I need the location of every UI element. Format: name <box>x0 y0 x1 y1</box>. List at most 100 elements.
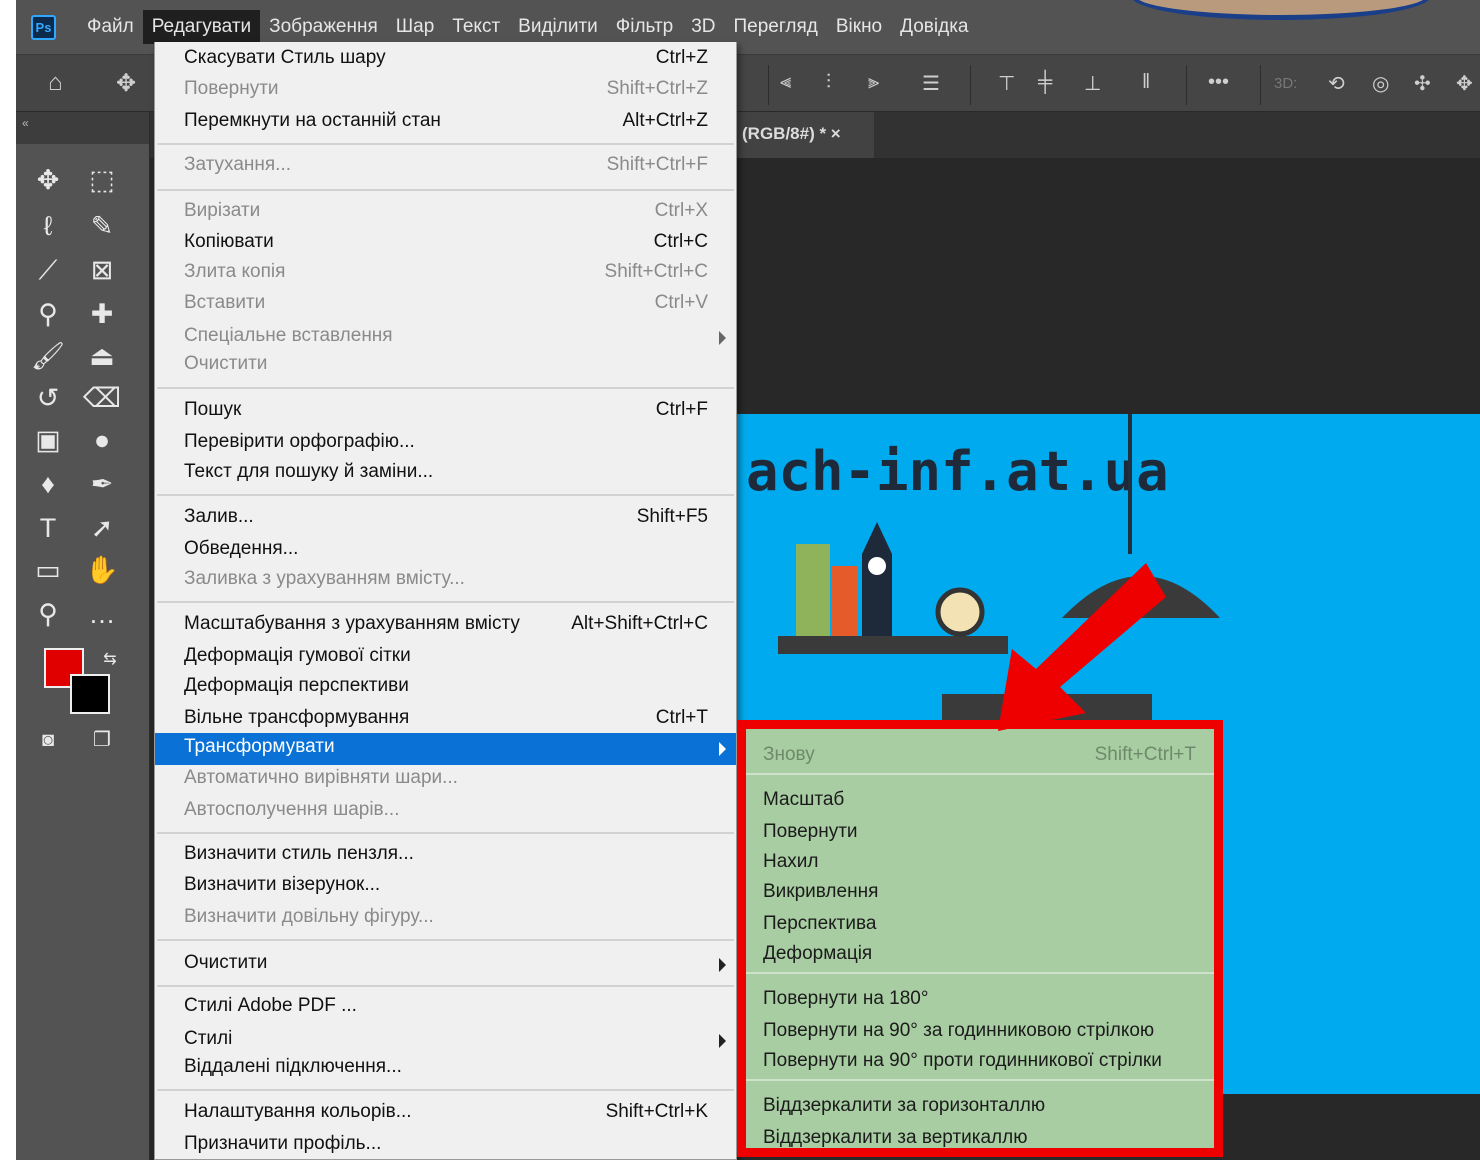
shortcut-label: Ctrl+F <box>655 399 708 420</box>
submenu-item-perspective[interactable]: Перспектива <box>746 910 1214 940</box>
roll-3d-icon[interactable]: ◎ <box>1372 71 1389 96</box>
menu-item-auto-blend-layers[interactable]: Автосполучення шарів... <box>155 796 736 828</box>
menu-help[interactable]: Довідка <box>891 10 977 44</box>
submenu-item-rotate-90-ccw[interactable]: Повернути на 90° проти годинникової стрі… <box>746 1047 1214 1077</box>
menu-item-copy-merged[interactable]: Злита копія Shift+Ctrl+C <box>155 258 736 290</box>
menu-item-stroke[interactable]: Обведення... <box>155 535 736 567</box>
more-tools-icon[interactable]: … <box>82 594 122 634</box>
swap-colors-icon[interactable]: ⇆ <box>90 640 130 680</box>
menu-item-label: Пошук <box>184 399 242 420</box>
brush-tool-icon[interactable]: 🖌 <box>28 336 68 376</box>
frame-tool-icon[interactable]: ⊠ <box>82 250 122 290</box>
menu-item-transform[interactable]: Трансформувати <box>155 733 736 765</box>
menu-item-fill[interactable]: Залив... Shift+F5 <box>155 503 736 535</box>
background-color-swatch[interactable] <box>70 674 110 714</box>
menu-item-toggle-last-state[interactable]: Перемкнути на останній стан Alt+Ctrl+Z <box>155 107 736 139</box>
menu-item-content-aware-scale[interactable]: Масштабування з урахуванням вмісту Alt+Sh… <box>155 610 736 642</box>
menu-item-undo[interactable]: Скасувати Стиль шару Ctrl+Z <box>155 44 736 76</box>
submenu-item-flip-horizontal[interactable]: Віддзеркалити за горизонталлю <box>746 1092 1214 1122</box>
align-center-icon[interactable]: ⫶ <box>826 71 831 94</box>
submenu-item-rotate-180[interactable]: Повернути на 180° <box>746 985 1214 1015</box>
lasso-tool-icon[interactable]: ℓ <box>28 206 68 246</box>
submenu-item-rotate[interactable]: Повернути <box>746 818 1214 848</box>
menu-item-remote-connections[interactable]: Віддалені підключення... <box>155 1053 736 1085</box>
menu-item-copy[interactable]: Копіювати Ctrl+C <box>155 228 736 260</box>
align-middle-icon[interactable]: ╪ <box>1038 71 1052 94</box>
menu-view[interactable]: Перегляд <box>725 10 827 44</box>
menu-item-define-custom-shape[interactable]: Визначити довільну фігуру... <box>155 903 736 935</box>
menu-item-adobe-pdf-presets[interactable]: Стилі Adobe PDF ... <box>155 992 736 1024</box>
submenu-item-flip-vertical[interactable]: Віддзеркалити за вертикаллю <box>746 1124 1214 1154</box>
submenu-item-warp[interactable]: Деформація <box>746 940 1214 970</box>
menu-item-puppet-warp[interactable]: Деформація гумової сітки <box>155 642 736 674</box>
rectangle-tool-icon[interactable]: ▭ <box>28 550 68 590</box>
distribute-spacing-icon[interactable]: ‖ <box>1142 71 1150 94</box>
menu-item-perspective-warp[interactable]: Деформація перспективи <box>155 672 736 704</box>
align-bottom-icon[interactable]: ⊥ <box>1084 71 1101 96</box>
menu-layer[interactable]: Шар <box>387 10 444 44</box>
more-options-icon[interactable]: ••• <box>1208 71 1229 94</box>
align-top-icon[interactable]: ⊤ <box>998 71 1015 96</box>
menu-image[interactable]: Зображення <box>260 10 387 44</box>
avatar-image <box>1131 0 1431 20</box>
menu-item-paste[interactable]: Вставити Ctrl+V <box>155 289 736 321</box>
menu-window[interactable]: Вікно <box>827 10 891 44</box>
menu-edit[interactable]: Редагувати <box>142 10 261 44</box>
blur-tool-icon[interactable]: ● <box>82 420 122 460</box>
menu-file[interactable]: Файл <box>78 10 143 44</box>
menu-item-purge[interactable]: Очистити <box>155 949 736 981</box>
path-select-tool-icon[interactable]: ➚ <box>82 508 122 548</box>
menu-item-find-replace[interactable]: Текст для пошуку й заміни... <box>155 458 736 490</box>
submenu-item-skew[interactable]: Нахил <box>746 848 1214 878</box>
hand-tool-icon[interactable]: ✋ <box>82 550 122 590</box>
quick-select-tool-icon[interactable]: ✎ <box>82 206 122 246</box>
align-left-icon[interactable]: ⫷ <box>780 71 791 94</box>
pan-3d-icon[interactable]: ✣ <box>1414 71 1431 96</box>
menu-item-define-pattern[interactable]: Визначити візерунок... <box>155 871 736 903</box>
marquee-tool-icon[interactable]: ⬚ <box>82 160 122 200</box>
document-tab[interactable]: (RGB/8#) * × <box>734 112 874 158</box>
menu-item-label: Скасувати Стиль шару <box>184 47 386 68</box>
eyedropper-tool-icon[interactable]: ⚲ <box>28 294 68 334</box>
menu-item-cut[interactable]: Вирізати Ctrl+X <box>155 197 736 229</box>
orbit-3d-icon[interactable]: ⟲ <box>1328 71 1345 96</box>
menu-select[interactable]: Виділити <box>509 10 607 44</box>
menu-item-search[interactable]: Пошук Ctrl+F <box>155 396 736 428</box>
submenu-item-distort[interactable]: Викривлення <box>746 878 1214 908</box>
eraser-tool-icon[interactable]: ⌫ <box>82 378 122 418</box>
menu-item-color-settings[interactable]: Налаштування кольорів... Shift+Ctrl+K <box>155 1098 736 1130</box>
type-tool-icon[interactable]: T <box>28 508 68 548</box>
align-right-icon[interactable]: ⫸ <box>868 71 879 94</box>
dodge-tool-icon[interactable]: ♦ <box>28 464 68 504</box>
distribute-icon[interactable]: ☰ <box>922 71 940 96</box>
menu-item-auto-align-layers[interactable]: Автоматично вирівняти шари... <box>155 764 736 796</box>
submenu-item-rotate-90-cw[interactable]: Повернути на 90° за годинниковою стрілко… <box>746 1017 1214 1047</box>
zoom-tool-icon[interactable]: ⚲ <box>28 594 68 634</box>
menu-item-check-spelling[interactable]: Перевірити орфографію... <box>155 428 736 460</box>
stamp-tool-icon[interactable]: ⏏ <box>82 336 122 376</box>
menu-item-define-brush[interactable]: Визначити стиль пензля... <box>155 840 736 872</box>
menu-item-fade[interactable]: Затухання... Shift+Ctrl+F <box>155 151 736 183</box>
menu-item-label: Копіювати <box>184 231 274 252</box>
healing-brush-icon[interactable]: ✚ <box>82 294 122 334</box>
pen-tool-icon[interactable]: ✒ <box>82 464 122 504</box>
crop-tool-icon[interactable]: ⟋ <box>28 250 68 290</box>
menu-3d[interactable]: 3D <box>682 10 724 44</box>
menu-filter[interactable]: Фільтр <box>607 10 682 44</box>
collapse-panel-icon[interactable]: « <box>16 112 149 144</box>
move-tool-icon[interactable]: ✥ <box>116 69 136 98</box>
screen-mode-icon[interactable]: ❐ <box>82 720 122 760</box>
home-icon[interactable]: ⌂ <box>48 69 63 97</box>
gradient-tool-icon[interactable]: ▣ <box>28 420 68 460</box>
history-brush-icon[interactable]: ↺ <box>28 378 68 418</box>
menu-type[interactable]: Текст <box>443 10 509 44</box>
slide-3d-icon[interactable]: ✥ <box>1456 71 1473 96</box>
move-tool-icon[interactable]: ✥ <box>28 160 68 200</box>
menu-item-free-transform[interactable]: Вільне трансформування Ctrl+T <box>155 704 736 736</box>
submenu-item-scale[interactable]: Масштаб <box>746 786 1214 816</box>
menu-item-clear[interactable]: Очистити <box>155 350 736 382</box>
quick-mask-icon[interactable]: ◙ <box>28 720 68 760</box>
menu-item-content-aware-fill[interactable]: Заливка з урахуванням вмісту... <box>155 565 736 597</box>
menu-item-redo[interactable]: Повернути Shift+Ctrl+Z <box>155 75 736 107</box>
menu-item-assign-profile[interactable]: Призначити профіль... <box>155 1130 736 1160</box>
